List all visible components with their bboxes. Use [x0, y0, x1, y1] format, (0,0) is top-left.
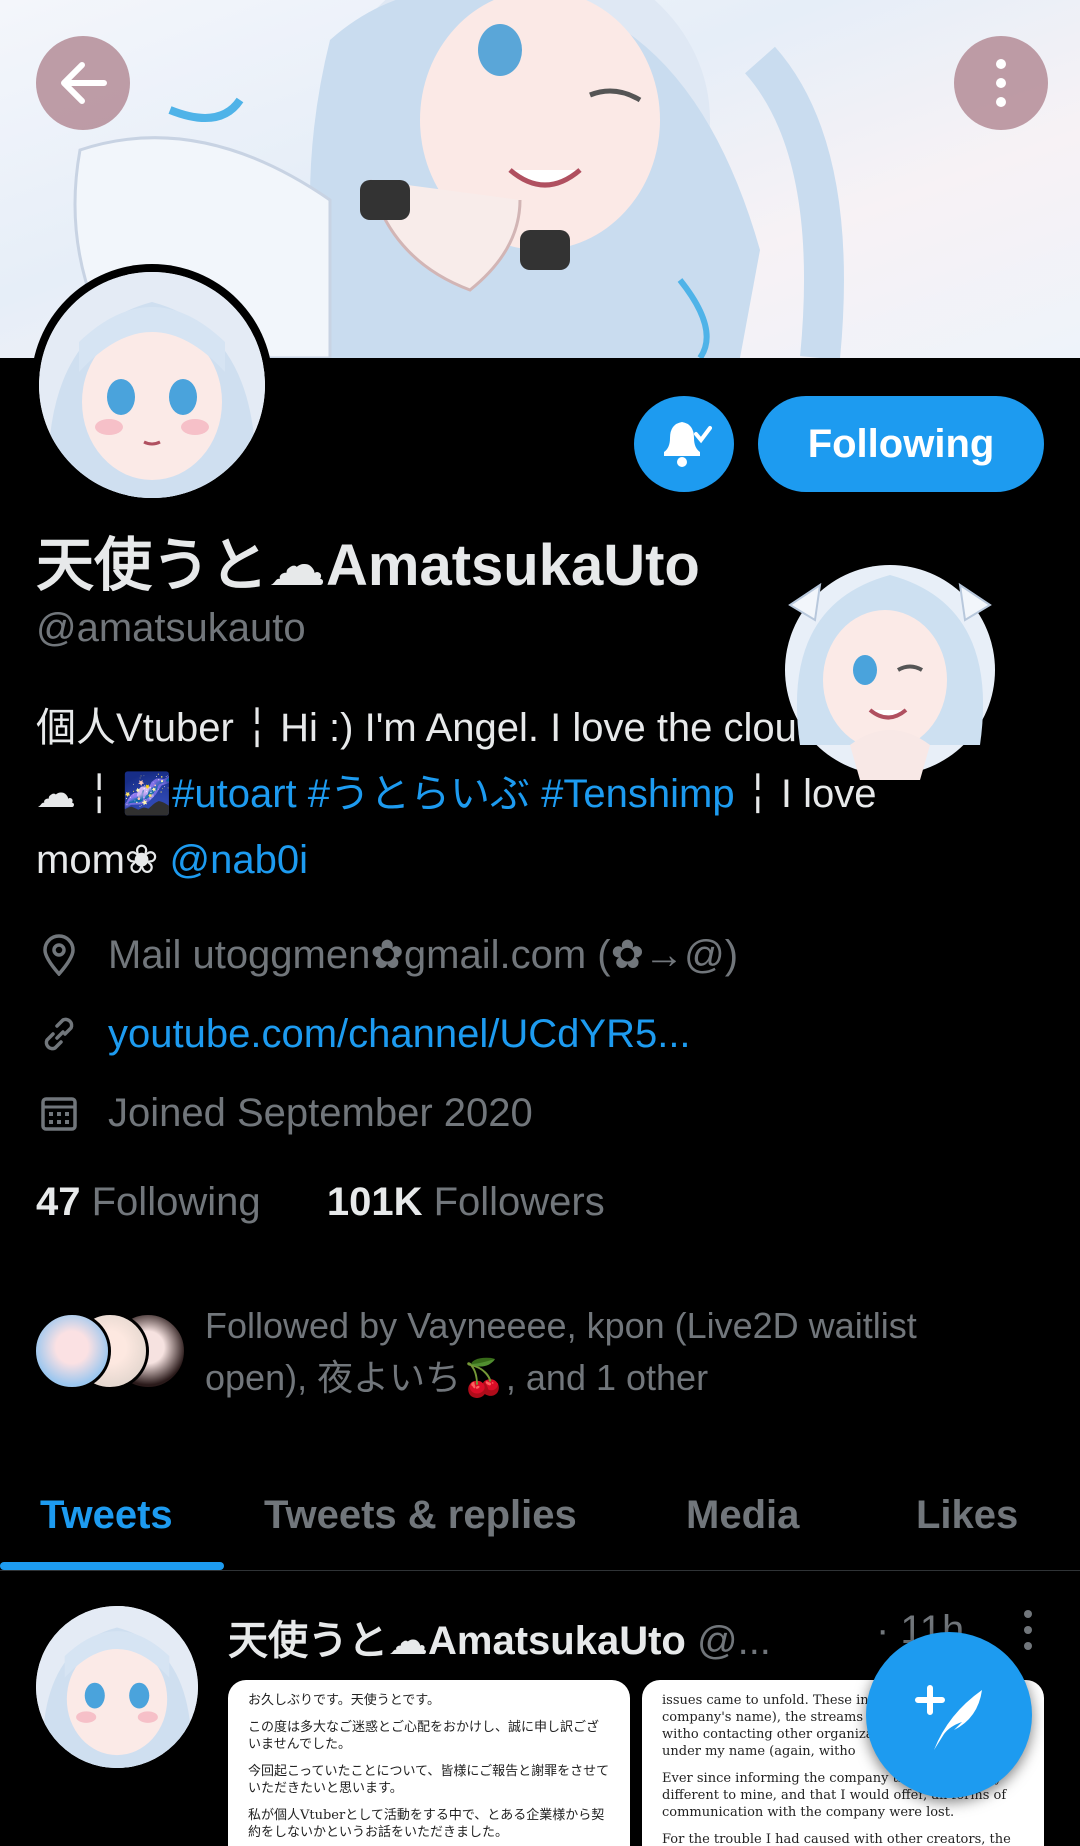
back-button[interactable]	[36, 36, 130, 130]
joined-row: Joined September 2020	[36, 1083, 533, 1143]
tweet-author-name[interactable]: 天使うと☁AmatsukaUto	[228, 1619, 686, 1663]
tweet-header: 天使うと☁AmatsukaUto @...	[228, 1608, 771, 1666]
compose-feather-icon	[915, 1685, 982, 1750]
followers-count: 101K	[326, 1180, 423, 1224]
followers-label: Followers	[433, 1180, 605, 1224]
more-vertical-icon	[1024, 1610, 1032, 1650]
avatar-image	[39, 272, 265, 498]
link-icon	[36, 1011, 82, 1057]
following-button[interactable]: Following	[758, 396, 1044, 492]
tab-tweets-and-replies[interactable]: Tweets & replies	[264, 1460, 577, 1570]
doc-paragraph: For the trouble I had caused with other …	[662, 1832, 1011, 1846]
bio-hashtags[interactable]: #utoart #うとらいぶ #Tenshimp	[172, 772, 734, 816]
calendar-icon	[36, 1090, 82, 1136]
more-options-button[interactable]	[954, 36, 1048, 130]
user-handle: @amatsukauto	[36, 606, 306, 650]
bio-emoji: ☁ ╎ 🌌	[36, 772, 173, 816]
bio-mention[interactable]: @nab0i	[170, 838, 308, 882]
followed-by-text: Followed by Vayneeee, kpon (Live2D waitl…	[205, 1305, 917, 1398]
avatar	[33, 1312, 111, 1390]
bell-check-icon	[664, 422, 712, 467]
notifications-bell-button[interactable]	[634, 396, 734, 492]
location-text: Mail utoggmen✿gmail.com (✿→@)	[108, 933, 739, 977]
following-count: 47	[36, 1180, 81, 1224]
followed-by[interactable]: Followed by Vayneeee, kpon (Live2D waitl…	[33, 1300, 1005, 1404]
follower-avatars	[33, 1312, 193, 1392]
tab-likes[interactable]: Likes	[916, 1460, 1018, 1570]
tab-tweets[interactable]: Tweets	[40, 1460, 173, 1570]
following-label: Following	[91, 1180, 261, 1224]
profile-tabs: Tweets Tweets & replies Media Likes	[0, 1460, 1080, 1571]
profile-avatar[interactable]	[31, 264, 273, 506]
tweet-author-handle[interactable]: @...	[697, 1619, 771, 1663]
sticker-overlay	[770, 545, 1010, 785]
tweet-more-button[interactable]	[1008, 1606, 1048, 1656]
doc-paragraph: 今回起こっていたことについて、皆様にご報告と謝罪をさせていただきたいと思います。	[248, 1764, 610, 1796]
tab-media[interactable]: Media	[686, 1460, 799, 1570]
tweet-image-left[interactable]: お久しぶりです。天使うとです。 この度は多大なご迷惑とご心配をおかけし、誠に申し…	[228, 1680, 630, 1846]
location-row: Mail utoggmen✿gmail.com (✿→@)	[36, 925, 738, 985]
more-vertical-icon	[996, 59, 1006, 107]
doc-paragraph: 私が個人Vtuberとして活動をする中で、とある企業様から契約をしないかというお…	[248, 1808, 605, 1840]
compose-tweet-button[interactable]	[866, 1632, 1032, 1798]
follow-stats: 47 Following 101K Followers	[36, 1180, 605, 1225]
joined-text: Joined September 2020	[108, 1090, 533, 1135]
active-tab-indicator	[0, 1562, 224, 1570]
location-pin-icon	[36, 932, 82, 978]
bio-text-mom: mom❀	[36, 838, 170, 882]
doc-paragraph: この度は多大なご迷惑とご心配をおかけし、誠に申し訳ございませんでした。	[248, 1720, 600, 1752]
display-name: 天使うと☁AmatsukaUto	[36, 533, 700, 598]
tweet-avatar[interactable]	[36, 1606, 198, 1768]
website-row[interactable]: youtube.com/channel/UCdYR5...	[36, 1004, 691, 1064]
followers-stat[interactable]: 101K Followers	[327, 1180, 605, 1224]
website-link[interactable]: youtube.com/channel/UCdYR5...	[108, 1012, 691, 1057]
doc-paragraph: お久しぶりです。天使うとです。	[248, 1693, 441, 1708]
following-stat[interactable]: 47 Following	[36, 1180, 261, 1224]
arrow-left-icon	[61, 62, 107, 104]
bio-line-3: mom❀ @nab0i	[36, 827, 1036, 893]
